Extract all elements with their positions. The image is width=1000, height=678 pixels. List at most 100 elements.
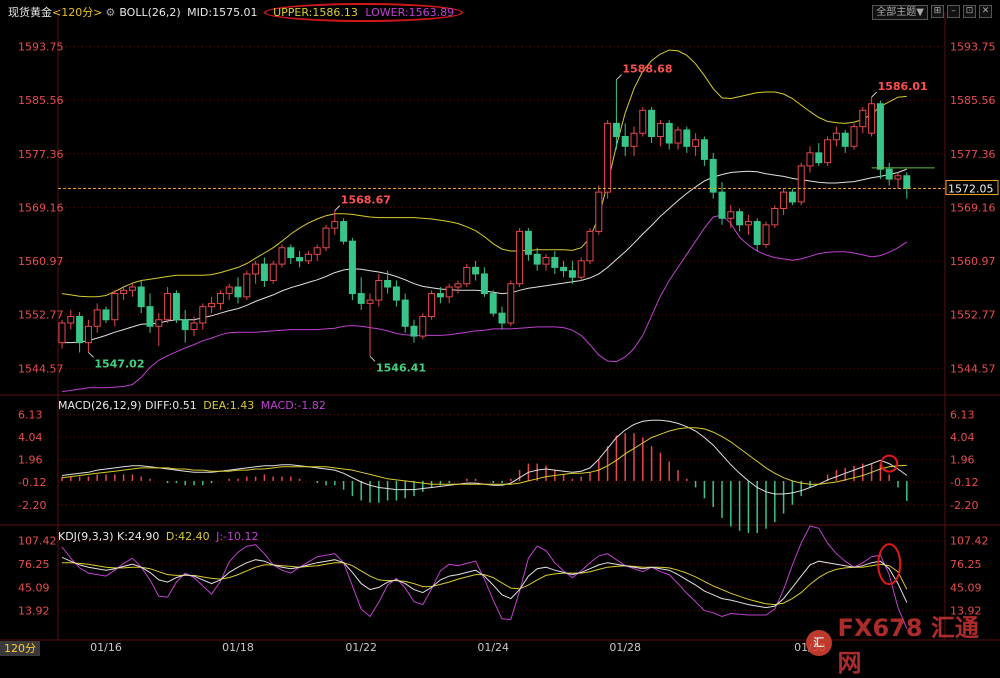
price-tick-left: 1544.57 <box>18 362 64 375</box>
annotation-pointer <box>334 205 341 211</box>
candle-body <box>269 263 277 281</box>
kdj-tick-right: 76.25 <box>950 558 982 571</box>
candle-body <box>832 132 840 141</box>
candle-body <box>260 263 268 281</box>
chart-svg[interactable]: 1593.75 1593.75 1585.56 1585.56 1577.36 1577.… <box>0 0 1000 656</box>
candle-body <box>903 175 911 190</box>
candle-body <box>366 299 374 304</box>
date-tick: 01/16 <box>90 641 122 654</box>
kdj-tick-left: 107.42 <box>18 535 57 548</box>
candle-body <box>401 299 409 327</box>
candle-body <box>348 240 356 295</box>
maximize-icon[interactable]: ⊡ <box>963 5 976 18</box>
candle-body <box>788 191 796 203</box>
boll-upper-line <box>61 49 907 298</box>
annotation-pointer <box>616 74 622 81</box>
candle-body <box>67 315 75 324</box>
candle-body <box>331 221 339 229</box>
candle-body <box>683 129 691 147</box>
candle-body <box>894 175 902 180</box>
candle-body <box>111 293 119 321</box>
candle-body <box>419 315 427 337</box>
candle-body <box>604 122 612 193</box>
candle-body <box>815 152 823 164</box>
macd-tick-right: 6.13 <box>950 408 975 421</box>
candle-body <box>155 319 163 327</box>
candle-body <box>454 283 462 288</box>
macd-tick-left: -2.20 <box>18 499 46 512</box>
candle-body <box>172 293 180 321</box>
candle-body <box>727 211 735 219</box>
price-tick-right: 1577.36 <box>950 148 996 161</box>
close-icon[interactable]: ✕ <box>979 5 992 18</box>
current-price-label: 1572.05 <box>948 183 994 196</box>
macd-dea: DEA:1.43 <box>203 399 255 412</box>
add-indicator-icon[interactable]: ⊞ <box>931 5 944 18</box>
candle-body <box>322 227 330 249</box>
candle-body <box>560 266 568 272</box>
minimize-icon[interactable]: – <box>947 5 960 18</box>
candle-body <box>700 139 708 160</box>
boll-lower-line <box>61 214 908 393</box>
date-tick: 01/22 <box>345 641 377 654</box>
macd-tick-right: 1.96 <box>950 454 975 467</box>
upper-label: UPPER:1586.13 <box>273 6 358 19</box>
macd-header: MACD(26,12,9) DIFF:0.51 DEA:1.43 MACD:-1… <box>58 399 326 412</box>
candle-body <box>252 263 260 275</box>
watermark: 汇 FX678 汇通网 <box>806 608 1000 678</box>
annotation-pointer <box>871 91 877 98</box>
date-tick: 01/28 <box>609 641 641 654</box>
kdj-tick-left: 76.25 <box>18 558 50 571</box>
candle-body <box>287 247 295 259</box>
candle-body <box>76 315 84 344</box>
macd-label: MACD(26,12,9) <box>58 399 142 412</box>
period-tab[interactable]: 120分 <box>0 641 40 656</box>
macd-tick-left: 6.13 <box>18 408 43 421</box>
boll-highlight: UPPER:1586.13 LOWER:1563.89 <box>264 3 464 22</box>
kdj-tick-left: 13.92 <box>18 605 50 618</box>
candle-body <box>392 286 400 301</box>
price-tick-right: 1544.57 <box>950 362 996 375</box>
kdj-k-line <box>61 556 908 609</box>
candle-body <box>692 139 700 147</box>
candle-body <box>146 306 154 327</box>
boll-mid-line <box>62 168 907 344</box>
candle-body <box>639 109 647 134</box>
candle-body <box>656 122 664 137</box>
candle-body <box>780 191 788 209</box>
macd-value: MACD:-1.82 <box>260 399 326 412</box>
candle-body <box>542 257 550 265</box>
candle-body <box>128 286 136 291</box>
candle-body <box>234 286 242 298</box>
candle-body <box>507 283 515 324</box>
candle-body <box>824 139 832 164</box>
candle-body <box>621 135 629 147</box>
candle-body <box>859 109 867 128</box>
price-tick-left: 1577.36 <box>18 148 64 161</box>
candle-body <box>876 103 884 170</box>
candle-body <box>709 158 717 193</box>
boll-label: BOLL(26,2) <box>119 6 181 19</box>
macd-tick-right: -2.20 <box>950 499 978 512</box>
candle-body <box>665 122 673 144</box>
candle-body <box>428 293 436 317</box>
candle-body <box>489 293 497 314</box>
candle-body <box>586 230 594 262</box>
kdj-tick-right: 45.09 <box>950 581 982 594</box>
theme-dropdown[interactable]: 全部主题▼ <box>872 5 928 20</box>
price-annotation: 1546.41 <box>376 361 426 374</box>
candle-body <box>674 129 682 144</box>
macd-tick-right: 4.04 <box>950 431 975 444</box>
candle-body <box>806 152 814 167</box>
candle-body <box>304 253 312 262</box>
kdj-d: D:42.40 <box>165 530 210 543</box>
macd-tick-right: -0.12 <box>950 476 978 489</box>
period-label[interactable]: <120分> <box>52 6 102 19</box>
settings-icon[interactable]: ⚙ <box>105 6 115 19</box>
candle-body <box>445 286 453 298</box>
price-tick-left: 1585.56 <box>18 94 64 107</box>
price-tick-left: 1560.97 <box>18 255 64 268</box>
candle-body <box>357 293 365 304</box>
macd-tick-left: 1.96 <box>18 454 43 467</box>
candle-body <box>648 109 656 137</box>
